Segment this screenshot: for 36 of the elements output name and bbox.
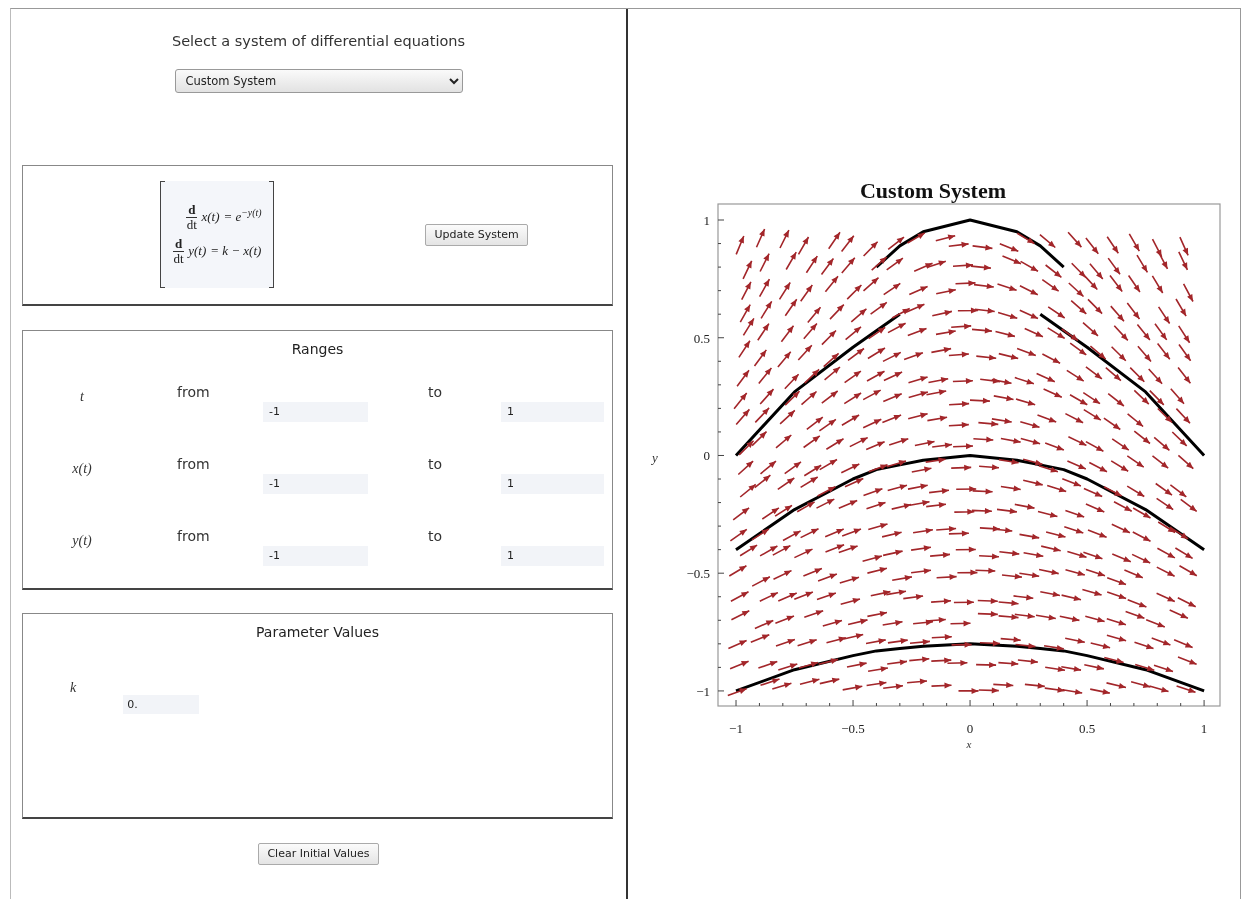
to-label: to: [428, 526, 443, 544]
parameter-label: k: [70, 678, 77, 697]
from-label: from: [177, 454, 210, 472]
x-tick-label: 0: [966, 721, 974, 736]
y-tick-label: 1: [703, 213, 710, 228]
prompt-text: Select a system of differential equations: [170, 32, 467, 51]
to-input-field[interactable]: 1: [501, 473, 604, 494]
y-tick-label: −0.5: [686, 566, 710, 582]
chart-title: Custom System: [859, 178, 1007, 203]
section-title: Ranges: [290, 339, 345, 359]
variable-label: x(t): [71, 459, 93, 478]
section-title: Parameter Values: [255, 622, 380, 642]
y-tick-label: 0: [703, 448, 710, 464]
system-dropdown[interactable]: Custom System: [174, 68, 463, 93]
y-axis-label: y: [652, 450, 658, 465]
variable-label: t: [79, 387, 85, 406]
from-input-field[interactable]: -1: [263, 545, 368, 566]
from-label: from: [177, 526, 210, 544]
y-tick-label: 0.5: [693, 330, 710, 346]
y-tick-label: −1: [696, 683, 710, 699]
x-tick-label: 1: [1200, 721, 1208, 736]
to-input-field[interactable]: 1: [501, 545, 604, 566]
to-label: to: [428, 454, 443, 472]
x-axis-label: x: [966, 738, 972, 750]
variable-label: y(t): [70, 531, 93, 550]
x-tick-label: −0.5: [841, 721, 865, 736]
from-label: from: [177, 382, 210, 400]
x-tick-label: −1: [729, 721, 743, 736]
clear-initial-values-button[interactable]: Clear Initial Values: [258, 842, 379, 865]
from-input-field[interactable]: -1: [263, 401, 368, 422]
to-label: to: [428, 382, 443, 400]
update-system-button[interactable]: Update System: [425, 223, 528, 246]
x-tick-label: 0.5: [1078, 721, 1096, 736]
from-input-field[interactable]: -1: [263, 473, 368, 494]
parameter-input-field[interactable]: 0.: [123, 694, 200, 714]
to-input-field[interactable]: 1: [501, 401, 604, 422]
